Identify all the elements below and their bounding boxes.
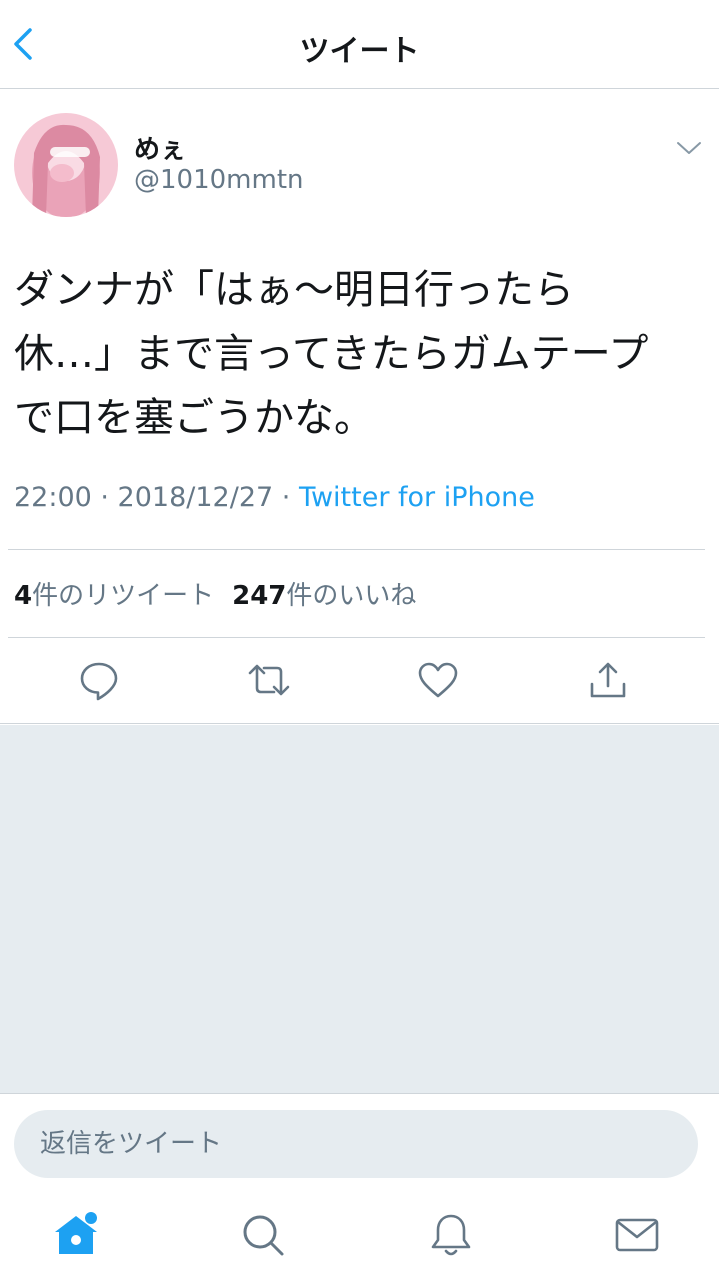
author-name[interactable]: めぇ [134,129,186,166]
tweet-menu-button[interactable] [672,133,706,163]
tweet-text-line: で口を塞ごうかな。 [14,395,374,441]
avatar[interactable] [14,113,118,217]
divider [8,549,705,550]
tweet-metadata: 22:00 · 2018/12/27 · Twitter for iPhone [14,482,535,513]
share-icon [590,662,626,698]
notifications-icon [431,1214,471,1256]
tweet-text: ダンナが「はぁ〜明日行ったら 休…」まで言ってきたらガムテープ で口を塞ごうかな… [14,258,704,450]
retweet-icon [248,664,290,696]
author-handle[interactable]: @1010mmtn [134,165,304,195]
navigation-bar: ツイート [0,0,719,89]
messages-icon [615,1218,659,1252]
replies-area [0,725,719,1093]
retweet-count: 4 [14,581,33,611]
page-title: ツイート [299,34,420,69]
tweet-source-link[interactable]: Twitter for iPhone [299,482,535,513]
tweet-text-line: ダンナが「はぁ〜明日行ったら [14,267,574,313]
tweet-header: めぇ @1010mmtn [0,89,719,229]
tab-search[interactable] [238,1210,288,1260]
like-stat[interactable]: 247件のいいね [232,581,416,611]
search-icon [243,1215,284,1256]
like-label: 件のいいね [286,581,417,611]
retweet-stat[interactable]: 4件のリツイート [14,581,214,611]
share-button[interactable] [586,658,630,702]
retweet-label: 件のリツイート [32,581,215,611]
reply-icon [80,662,118,701]
tab-bar [0,1194,719,1280]
reply-bar [0,1093,719,1193]
retweet-button[interactable] [247,658,291,702]
like-button[interactable] [416,658,460,702]
like-count: 247 [232,581,287,611]
tweet-actions [0,638,719,724]
tweet-text-line: 休…」まで言ってきたらガムテープ [14,331,649,377]
tab-notifications[interactable] [426,1210,476,1260]
new-tweets-indicator [85,1212,97,1224]
avatar-image [14,113,118,217]
tab-messages[interactable] [612,1210,662,1260]
tweet-timestamp: 22:00 · 2018/12/27 · [14,482,299,513]
reply-button[interactable] [77,658,121,702]
chevron-down-icon [677,142,701,154]
like-icon [418,662,458,698]
tweet-stats: 4件のリツイート 247件のいいね [14,575,416,612]
reply-input[interactable] [14,1110,698,1178]
